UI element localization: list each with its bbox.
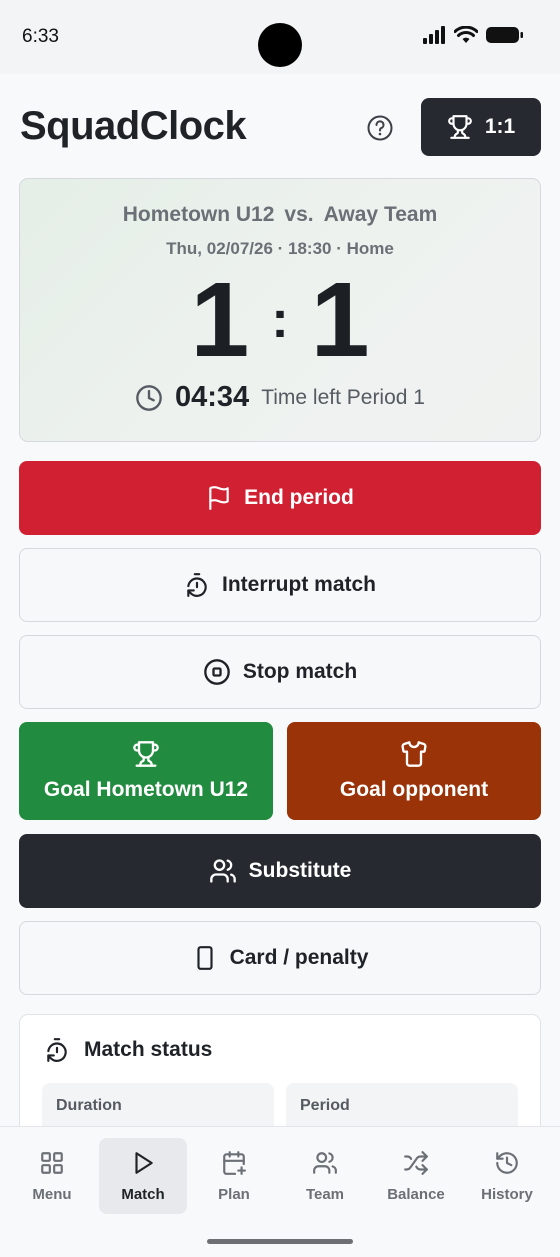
app-title: SquadClock (20, 104, 247, 148)
interrupt-match-label: Interrupt match (221, 573, 376, 596)
bottom-nav: Menu Match Plan Team Balance History (0, 1126, 560, 1224)
nav-label-plan: Plan (218, 1186, 250, 1203)
nav-label-menu: Menu (32, 1186, 72, 1203)
match-teams: Hometown U12 vs. Away Team (20, 203, 540, 227)
calendar-plus-icon (223, 1151, 246, 1175)
shirt-icon (401, 741, 427, 767)
history-icon (496, 1152, 518, 1174)
goal-home-label: Goal Hometown U12 (43, 778, 249, 801)
battery-icon (486, 27, 523, 43)
app-screen: SquadClock 1:1 Hometown U12 vs. Away Team … (0, 74, 560, 1126)
wifi-icon (454, 26, 478, 43)
status-time: 6:33 (22, 26, 59, 47)
goal-home-button[interactable]: Goal Hometown U12 (19, 722, 273, 820)
away-score: 1 (310, 261, 370, 379)
substitute-button[interactable]: Substitute (19, 834, 541, 908)
match-timer: 04:34 Time left Period 1 (20, 381, 540, 414)
match-card: Hometown U12 vs. Away Team Thu, 02/07/26 ·… (19, 178, 541, 442)
trophy-icon (133, 741, 159, 767)
clock-icon (136, 384, 162, 411)
signal-icon (423, 26, 445, 44)
home-indicator[interactable] (207, 1239, 353, 1244)
end-period-button[interactable]: End period (19, 461, 541, 535)
nav-label-team: Team (305, 1186, 345, 1203)
home-score: 1 (190, 261, 250, 379)
nav-label-balance: Balance (387, 1186, 445, 1203)
match-meta: Thu, 02/07/26 · 18:30 · Home (166, 239, 394, 258)
end-period-label: End period (244, 486, 354, 509)
help-icon (367, 115, 393, 141)
score-pill-label: 1:1 (484, 115, 516, 138)
status-bar: 6:33 (0, 0, 560, 74)
time-left-label: Time left Period 1 (261, 385, 425, 409)
match-status-title: Match status (84, 1038, 213, 1061)
nav-label-match: Match (121, 1186, 165, 1203)
substitute-label: Substitute (248, 859, 352, 882)
scoreboard: 1 : 1 (20, 267, 540, 373)
duration-stat: Duration (42, 1083, 274, 1126)
nav-item-menu[interactable]: Menu (8, 1138, 96, 1214)
users-icon (313, 1152, 337, 1174)
home-team-name: Hometown U12 (122, 203, 275, 226)
status-icons (422, 26, 524, 44)
goal-opponent-button[interactable]: Goal opponent (287, 722, 541, 820)
users-icon (209, 859, 236, 883)
header: SquadClock 1:1 (20, 98, 541, 156)
card-icon (196, 946, 213, 970)
interrupt-match-button[interactable]: Interrupt match (19, 548, 541, 622)
duration-label: Duration (56, 1097, 122, 1114)
stop-match-button[interactable]: Stop match (19, 635, 541, 709)
grid-icon (41, 1152, 63, 1174)
score-separator: : (271, 291, 289, 349)
timer-reset-icon (47, 1038, 67, 1062)
camera-cutout (258, 23, 302, 67)
play-icon (135, 1152, 153, 1174)
match-status-header: Match status (44, 1037, 212, 1063)
home-indicator-area (0, 1224, 560, 1257)
vs-label: vs. (284, 203, 314, 226)
nav-item-match[interactable]: Match (99, 1138, 187, 1214)
score-pill-button[interactable]: 1:1 (421, 98, 541, 156)
card-penalty-label: Card / penalty (229, 946, 369, 969)
flag-icon (209, 486, 229, 510)
period-label: Period (300, 1097, 350, 1114)
timer-reset-icon (187, 573, 207, 597)
away-team-name: Away Team (323, 203, 438, 226)
nav-item-team[interactable]: Team (281, 1138, 369, 1214)
nav-item-history[interactable]: History (463, 1138, 551, 1214)
stop-circle-icon (203, 659, 230, 685)
goal-opponent-label: Goal opponent (339, 778, 489, 801)
time-left-value: 04:34 (175, 381, 250, 413)
period-stat: Period (286, 1083, 518, 1126)
match-status-card: Match status Duration Period (19, 1014, 541, 1126)
card-penalty-button[interactable]: Card / penalty (19, 921, 541, 995)
trophy-icon (447, 115, 472, 139)
nav-item-balance[interactable]: Balance (372, 1138, 460, 1214)
shuffle-icon (404, 1151, 428, 1175)
nav-label-history: History (481, 1186, 533, 1203)
nav-item-plan[interactable]: Plan (190, 1138, 278, 1214)
help-button[interactable] (366, 114, 394, 142)
stop-match-label: Stop match (242, 660, 358, 683)
